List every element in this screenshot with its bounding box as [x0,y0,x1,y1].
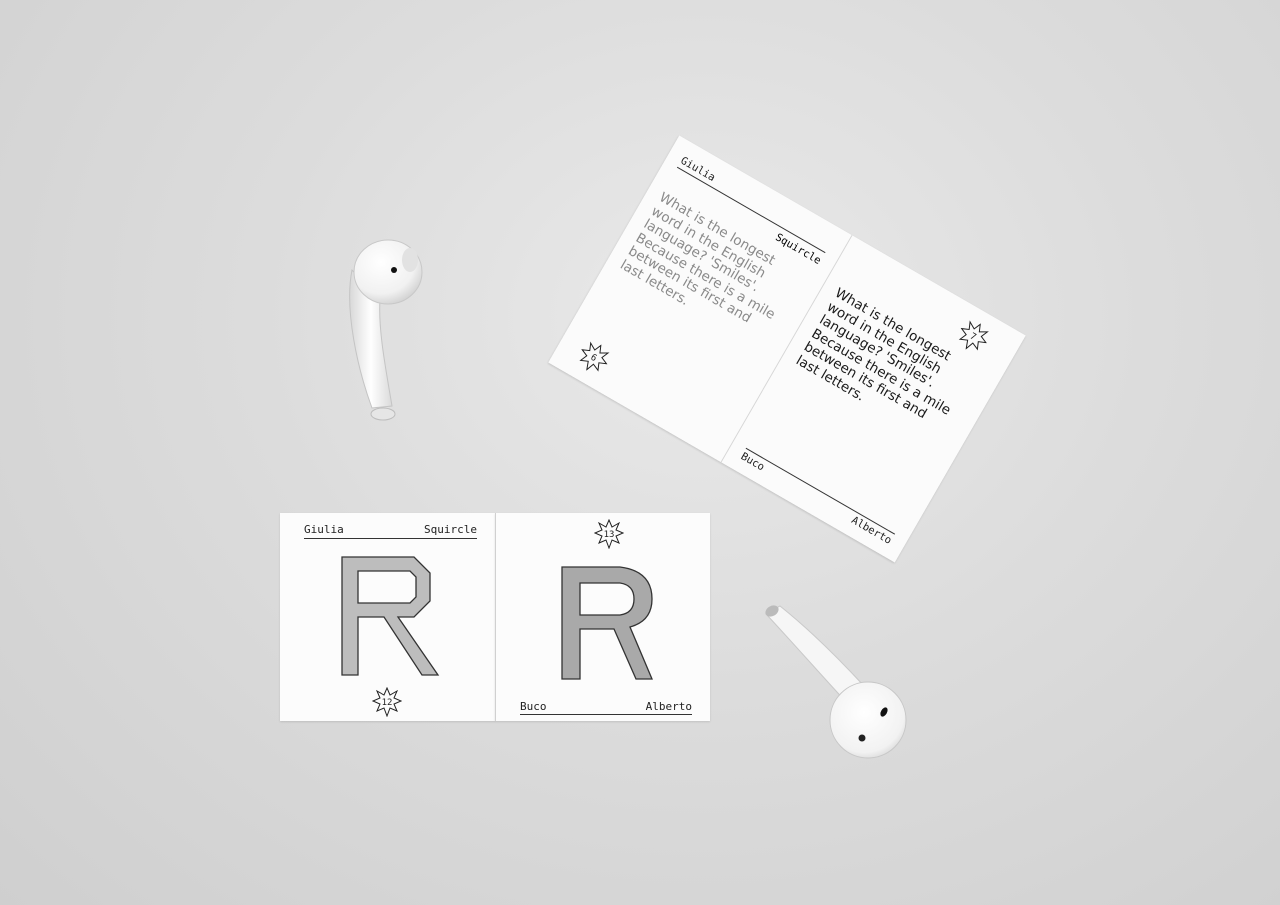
author-first-name: Alberto [645,700,692,713]
author-last-name: Buco [520,700,547,713]
earbud-top [349,239,423,421]
letter-value: R [608,662,609,664]
star-page-badge: 13 [594,519,624,549]
letter-value: R [393,662,394,664]
page-number: 12 [382,698,393,708]
star-page-badge: 6 [579,341,610,372]
author-last-name: Buco [738,450,767,474]
card-header: Giulia Squircle [304,523,477,539]
page-number: 7 [968,332,978,343]
booklet-footer: Buco Alberto [738,447,896,547]
letter-card-right: 13 R Buco Alberto [495,513,710,721]
riddle-text-dark: What is the longest word in the English … [793,285,988,453]
author-first-name: Alberto [849,514,894,547]
star-page-badge: 7 [958,320,989,351]
author-first-name: Giulia [304,523,344,536]
photo-scene: Giulia Squircle What is the longest word… [0,0,1280,905]
letter-glyph: R [341,556,440,676]
earbud-bottom [765,605,907,759]
open-booklet: Giulia Squircle What is the longest word… [548,135,1026,563]
page-number: 13 [604,530,615,540]
star-page-badge: 12 [372,687,402,717]
letter-card-left: Giulia Squircle R 12 [280,513,495,721]
page-number: 6 [588,353,598,364]
letter-glyph: R [561,566,653,680]
card-footer: Buco Alberto [520,700,692,715]
font-name-label: Squircle [424,523,477,536]
